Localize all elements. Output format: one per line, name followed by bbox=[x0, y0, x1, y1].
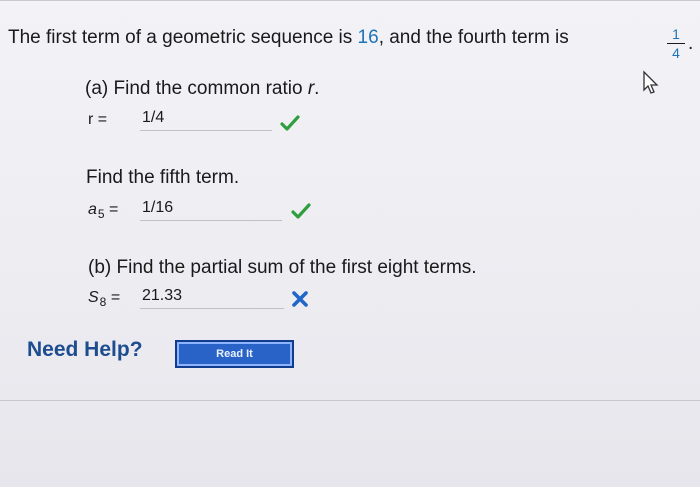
part-a-period: . bbox=[314, 78, 320, 99]
r-correct-check-icon bbox=[280, 115, 300, 131]
fraction-bar bbox=[667, 43, 685, 44]
fourth-term-fraction: 1 4 bbox=[665, 26, 687, 61]
fraction-denominator: 4 bbox=[672, 45, 680, 61]
a5-sub: 5 bbox=[97, 207, 105, 221]
statement-prefix: The first term of a geometric sequence i… bbox=[8, 27, 353, 48]
s8-answer-field[interactable]: 21.33 bbox=[140, 284, 284, 309]
mouse-cursor-icon bbox=[643, 70, 659, 94]
r-answer-field[interactable]: 1/4 bbox=[140, 106, 272, 131]
a5-base: a bbox=[88, 201, 97, 218]
s8-incorrect-x-icon bbox=[292, 291, 308, 307]
divider-top bbox=[0, 0, 700, 1]
s8-sub: 8 bbox=[99, 295, 107, 309]
part-a-text: (a) Find the common ratio bbox=[85, 78, 303, 99]
fraction-numerator: 1 bbox=[672, 26, 680, 42]
part-b-label: (b) Find the partial sum of the first ei… bbox=[88, 257, 477, 278]
statement-suffix: . bbox=[688, 33, 694, 54]
read-it-button[interactable]: Read It bbox=[175, 340, 294, 368]
a5-answer-field[interactable]: 1/16 bbox=[140, 196, 282, 221]
a5-correct-check-icon bbox=[291, 203, 311, 219]
a5-equals: = bbox=[109, 201, 119, 218]
need-help-label: Need Help? bbox=[27, 338, 143, 361]
statement-mid: , and the fourth term is bbox=[378, 27, 569, 48]
s8-label: S8 = bbox=[88, 287, 120, 309]
first-term: 16 bbox=[357, 27, 379, 48]
problem-statement: The first term of a geometric sequence i… bbox=[8, 27, 569, 49]
s8-equals: = bbox=[110, 289, 121, 306]
a5-label: a5 = bbox=[88, 199, 118, 221]
fifth-term-prompt: Find the fifth term. bbox=[86, 167, 240, 188]
r-label: r = bbox=[88, 111, 108, 128]
s8-base: S bbox=[88, 289, 99, 306]
screen: The first term of a geometric sequence i… bbox=[0, 0, 700, 487]
part-a-label: (a) Find the common ratio r. bbox=[85, 78, 319, 100]
divider-bottom bbox=[0, 400, 700, 401]
